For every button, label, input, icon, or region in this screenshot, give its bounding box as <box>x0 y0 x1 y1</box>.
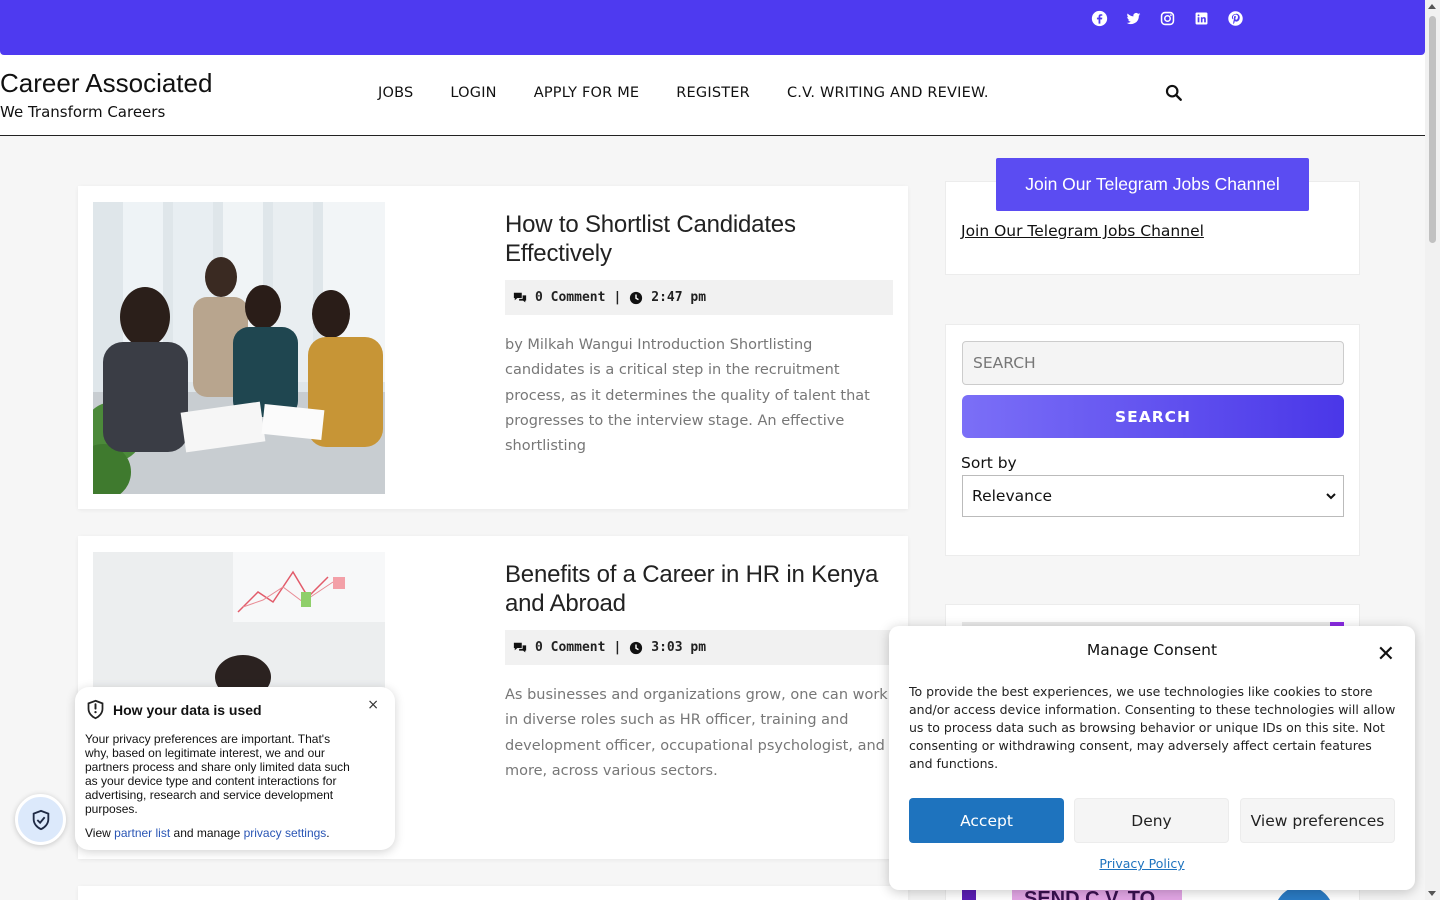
accept-button[interactable]: Accept <box>909 798 1064 843</box>
sort-selected-value: Relevance <box>972 487 1053 505</box>
top-bar <box>0 0 1425 55</box>
nav-item-register[interactable]: REGISTER <box>676 85 750 101</box>
nav-item-cv-writing[interactable]: C.V. WRITING AND REVIEW. <box>787 85 989 101</box>
post-meta: 0 Comment | 2:47 pm <box>505 280 893 315</box>
site-tagline: We Transform Careers <box>0 103 166 121</box>
privacy-popup-header: How your data is used <box>85 699 385 720</box>
comments-icon <box>513 292 527 302</box>
consent-title: Manage Consent <box>1086 641 1218 659</box>
privacy-period: . <box>326 826 330 840</box>
privacy-policy-link[interactable]: Privacy Policy <box>889 856 1395 871</box>
sort-select[interactable]: Relevance <box>962 475 1344 517</box>
post-time: 3:03 pm <box>651 640 707 655</box>
privacy-popup: How your data is used × Your privacy pre… <box>75 687 395 850</box>
scroll-up-arrow-icon[interactable] <box>1428 4 1436 9</box>
privacy-popup-links: View partner list and manage privacy set… <box>85 826 385 840</box>
partner-list-link[interactable]: partner list <box>114 826 170 840</box>
search-icon[interactable] <box>1165 84 1183 102</box>
nav-item-apply-for-me[interactable]: APPLY FOR ME <box>534 85 640 101</box>
privacy-popup-title: How your data is used <box>113 701 262 718</box>
shield-icon <box>87 699 104 720</box>
site-title[interactable]: Career Associated <box>0 68 212 99</box>
post-comments[interactable]: 0 Comment <box>535 640 605 655</box>
privacy-manage-text: and manage <box>173 826 241 840</box>
post-title[interactable]: How to Shortlist Candidates Effectively <box>505 210 893 268</box>
social-links <box>1090 9 1245 28</box>
clock-icon <box>630 641 643 654</box>
site-header: Career Associated We Transform Careers J… <box>0 55 1425 136</box>
linkedin-icon[interactable] <box>1192 9 1211 28</box>
post-body: Benefits of a Career in HR in Kenya and … <box>505 560 893 784</box>
post-body: How to Shortlist Candidates Effectively … <box>505 210 893 459</box>
facebook-icon[interactable] <box>1090 9 1109 28</box>
privacy-settings-link[interactable]: privacy settings <box>244 826 327 840</box>
scrollbar-thumb[interactable] <box>1429 16 1436 243</box>
privacy-popup-close-icon[interactable]: × <box>367 697 379 713</box>
post-card: How to Shortlist Candidates Effectively … <box>78 186 908 509</box>
nav-item-login[interactable]: LOGIN <box>450 85 496 101</box>
post-time: 2:47 pm <box>651 290 707 305</box>
consent-text: To provide the best experiences, we use … <box>909 684 1396 771</box>
meta-separator: | <box>613 290 622 305</box>
post-title[interactable]: Benefits of a Career in HR in Kenya and … <box>505 560 893 618</box>
main-nav: JOBS LOGIN APPLY FOR ME REGISTER C.V. WR… <box>378 85 989 101</box>
post-excerpt: As businesses and organizations grow, on… <box>505 687 888 779</box>
comments-icon <box>513 642 527 652</box>
pinterest-icon[interactable] <box>1226 9 1245 28</box>
meta-separator: | <box>613 640 622 655</box>
privacy-view-prefix: View <box>85 826 111 840</box>
chevron-down-icon <box>1326 493 1336 500</box>
clock-icon <box>630 291 643 304</box>
consent-close-icon[interactable]: ✕ <box>1377 642 1395 667</box>
nav-item-jobs[interactable]: JOBS <box>378 85 413 101</box>
consent-dialog: Manage Consent ✕ To provide the best exp… <box>889 626 1415 890</box>
instagram-icon[interactable] <box>1158 9 1177 28</box>
post-meta: 0 Comment | 3:03 pm <box>505 630 893 665</box>
twitter-icon[interactable] <box>1124 9 1143 28</box>
telegram-channel-button[interactable]: Join Our Telegram Jobs Channel <box>996 158 1309 211</box>
privacy-shield-button[interactable] <box>15 794 66 845</box>
search-input[interactable]: SEARCH <box>962 341 1344 385</box>
post-image[interactable] <box>93 202 385 494</box>
post-card <box>78 886 908 900</box>
deny-button[interactable]: Deny <box>1074 798 1229 843</box>
shield-check-icon <box>32 809 49 830</box>
post-excerpt: by Milkah Wangui Introduction Shortlisti… <box>505 337 870 455</box>
scroll-down-arrow-icon[interactable] <box>1428 891 1436 896</box>
banner-bar <box>962 889 976 900</box>
sort-label: Sort by <box>961 454 1017 472</box>
privacy-popup-text: Your privacy preferences are important. … <box>85 732 350 816</box>
telegram-channel-link[interactable]: Join Our Telegram Jobs Channel <box>961 222 1204 240</box>
page-scrollbar[interactable] <box>1425 0 1440 900</box>
view-preferences-button[interactable]: View preferences <box>1240 798 1395 843</box>
post-comments[interactable]: 0 Comment <box>535 290 605 305</box>
search-button[interactable]: SEARCH <box>962 395 1344 438</box>
